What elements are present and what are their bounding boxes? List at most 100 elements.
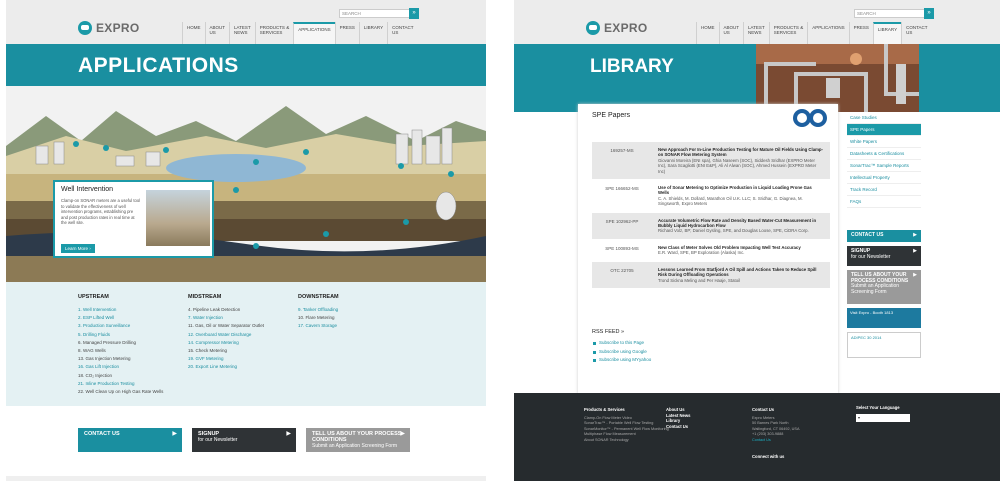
sidebar-item[interactable]: SPE Papers [847,124,921,136]
booth-ad-banner[interactable]: Visit Expro - Booth 1813 [847,308,921,328]
upstream-item[interactable]: 3. Production Surveillance [78,322,163,330]
signup-subtitle: for our Newsletter [198,437,238,443]
well-intervention-card: Well Intervention Clamp-on SONAR meters … [53,180,214,258]
paper-row[interactable]: SPE 100893-MS New Class of Meter Solves O… [592,240,830,262]
rss-yahoo-link[interactable]: Subscribe using MYyahoo [592,356,651,365]
well-site-photo [146,190,210,246]
signup-cta[interactable]: SIGNUP for our Newsletter ▶ [192,428,296,452]
paper-details: Accurate Volumetric Flow Rate and Densit… [652,213,830,239]
arrow-right-icon: ▶ [286,431,291,437]
paper-row[interactable]: SPE 102962-PP Accurate Volumetric Flow Ra… [592,212,830,240]
paper-title[interactable]: Use of Sonar Metering to Optimize Produc… [658,185,824,196]
page-footer-strip [6,476,486,481]
sidebar-item[interactable]: FAQs [847,196,921,208]
header: EXPRO SEARCH » HOME ABOUT US LATEST NEWS… [514,0,1000,44]
footer-link[interactable]: Contact Us [666,424,690,430]
sidebar-item[interactable]: White Papers [847,136,921,148]
nav-products[interactable]: PRODUCTS & SERVICES [768,22,808,44]
paper-row[interactable]: SPE 166652-MS Use of Sonar Metering to Op… [592,180,830,213]
adipec-ad-banner[interactable]: ADIPEC 30 2014 [847,332,921,358]
midstream-item: 4. Pipeline Leak Detection [188,307,241,312]
upstream-item[interactable]: 1. Well Intervention [78,306,163,314]
header: EXPRO SEARCH » HOME ABOUT US LATEST NEWS… [6,0,486,44]
nav-news[interactable]: LATEST NEWS [229,22,255,44]
sidebar-item[interactable]: Track Record [847,184,921,196]
downstream-item[interactable]: 9. Tanker Offloading [298,306,339,314]
upstream-item[interactable]: 5. Drilling Fluids [78,331,163,339]
nav-applications[interactable]: APPLICATIONS [807,22,848,44]
midstream-item[interactable]: 14. Compressor Metering [188,339,264,347]
library-page: EXPRO SEARCH » HOME ABOUT US LATEST NEWS… [514,0,1000,481]
logo-text: EXPRO [604,21,648,35]
upstream-item: 22. Well Clean Up on High Gas Rate Wells [78,389,164,395]
nav-about[interactable]: ABOUT US [718,22,744,44]
process-conditions-cta[interactable]: TELL US ABOUT YOUR PROCESS CONDITIONS Su… [306,428,410,452]
contact-us-cta[interactable]: CONTACT US ▶ [847,230,921,242]
arrow-right-icon: ▶ [913,248,917,254]
arrow-right-icon: ▶ [913,272,917,278]
arrow-right-icon: ▶ [400,431,405,437]
nav-press[interactable]: PRESS [334,22,359,44]
paper-row[interactable]: OTC 22705 Lessons Learned From Statfjord … [592,261,830,289]
paper-title[interactable]: Lessons Learned From Statfjord A Oil Spi… [658,267,824,278]
rss-google-link[interactable]: Subscribe using Google [592,348,651,357]
midstream-item: 11. Gas, Oil or Water Separator Outlet [188,323,265,329]
midstream-item[interactable]: 12. Overboard Water Discharge [188,331,264,339]
upstream-item[interactable]: 2. ESP Lifted Well [78,314,163,322]
sidebar-item[interactable]: Datasheets & Certifications [847,148,921,160]
rss-title: RSS FEED » [592,329,625,335]
sidebar-item[interactable]: SonarTrac™ Sample Reports [847,160,921,172]
nav-home[interactable]: HOME [182,22,205,44]
nav-news[interactable]: LATEST NEWS [743,22,769,44]
footer-contact-list: Expro Meters 50 Barnes Park North Wallingf… [752,416,799,438]
upstream-item[interactable]: 21. Inline Production Testing [78,380,163,388]
footer-contact-link[interactable]: Contact Us [752,438,799,444]
sidebar-item[interactable]: Intellectual Property [847,172,921,184]
midstream-item[interactable]: 19. GVF Metering [188,355,264,363]
nav-about[interactable]: ABOUT US [204,22,230,44]
downstream-item[interactable]: 17. Cavern Storage [298,322,339,330]
contact-us-label: CONTACT US [851,232,884,238]
nav-home[interactable]: HOME [696,22,719,44]
upstream-item: 8. WAG Wells [78,348,106,354]
main-nav: HOME ABOUT US LATEST NEWS PRODUCTS & SER… [696,22,932,44]
paper-code: SPE 102962-PP [605,218,639,224]
footer-product-link[interactable]: About SONAR Technology [584,438,669,444]
nav-contact[interactable]: CONTACT US [387,22,417,44]
contact-us-cta[interactable]: CONTACT US ▶ [78,428,182,452]
paper-row[interactable]: 169257-MS New Approach For In-Line Produc… [592,142,830,181]
nav-library[interactable]: LIBRARY [872,22,902,44]
process-conditions-cta[interactable]: TELL US ABOUT YOUR PROCESS CONDITIONS Su… [847,270,921,304]
rss-page-link[interactable]: Subscribe to this Page [592,339,651,348]
signup-cta[interactable]: SIGNUP for our Newsletter ▶ [847,246,921,266]
upstream-item[interactable]: 16. Gas Lift Injection [78,363,163,371]
paper-title[interactable]: New Approach For In-Line Production Test… [658,147,824,158]
learn-more-button[interactable]: Learn More › [61,244,95,253]
midstream-list: 4. Pipeline Leak Detection 7. Water Injec… [188,306,264,372]
language-select[interactable]: ▾ [856,413,910,422]
footer-products-title: Products & Services [584,407,625,412]
expro-logo[interactable]: EXPRO [586,21,648,35]
nav-contact[interactable]: CONTACT US [901,22,931,44]
sidebar-item[interactable]: Case Studies [847,112,921,124]
midstream-item[interactable]: 20. Export Line Metering [188,363,264,371]
paper-details: New Class of Meter Solves Old Problem Im… [652,240,830,261]
library-sidebar: Case Studies SPE Papers White Papers Datash… [847,112,921,358]
footer-links: About Us Latest News Library Contact Us [666,407,690,429]
search-icon[interactable]: » [924,8,934,19]
upstream-item: 18. CO₂ Injection [78,372,113,378]
nav-products[interactable]: PRODUCTS & SERVICES [254,22,294,44]
paper-code: SPE 100893-MS [605,245,639,251]
nav-press[interactable]: PRESS [848,22,873,44]
search-input[interactable]: SEARCH [854,9,926,18]
nav-library[interactable]: LIBRARY [358,22,387,44]
footer-contact: Contact Us Expro Meters 50 Barnes Park No… [752,407,799,462]
midstream-heading: MIDSTREAM [188,294,222,300]
expro-logo[interactable]: EXPRO [78,21,140,35]
midstream-item[interactable]: 7. Water Injection [188,314,264,322]
applications-page: EXPRO SEARCH » HOME ABOUT US LATEST NEWS… [6,0,486,481]
nav-applications[interactable]: APPLICATIONS [293,22,335,44]
search-icon[interactable]: » [409,8,419,19]
paper-title[interactable]: Accurate Volumetric Flow Rate and Densit… [658,218,824,229]
search-input[interactable]: SEARCH [339,9,411,18]
